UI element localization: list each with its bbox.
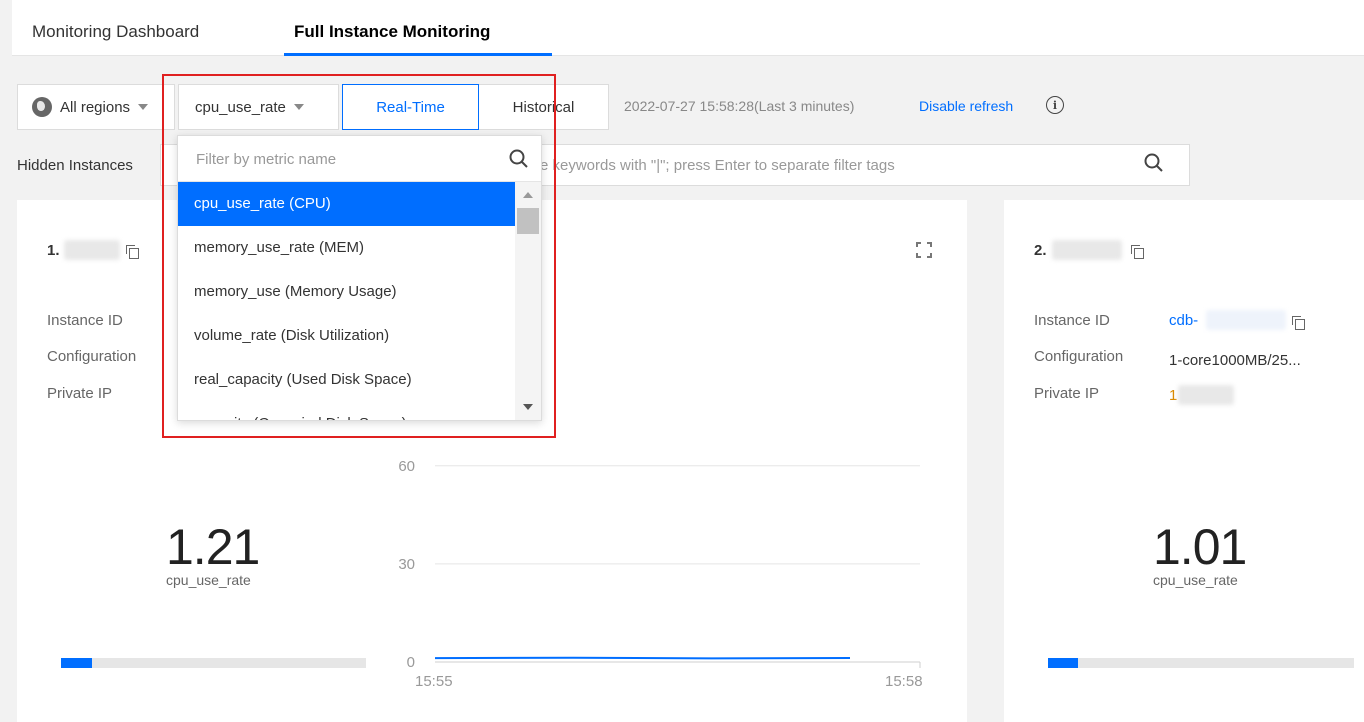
usage-progress-fill [61,658,92,668]
y-tick-label: 30 [398,556,415,573]
x-tick-label: 15:58 [885,673,923,690]
instance-id-link[interactable]: cdb- [1169,312,1198,329]
metric-value: 1.01 [1153,519,1247,575]
disable-refresh-link[interactable]: Disable refresh [919,98,1013,114]
y-tick-label: 60 [398,458,415,475]
scroll-up-icon[interactable] [523,192,533,198]
fullscreen-icon[interactable] [916,242,932,258]
configuration-label: Configuration [1034,348,1124,365]
metric-name: cpu_use_rate [166,572,251,588]
search-icon[interactable] [508,148,530,170]
chevron-down-icon [293,104,304,110]
metric-select-label: cpu_use_rate [195,98,286,116]
copy-icon[interactable] [1292,316,1305,330]
scrollbar-thumb[interactable] [517,208,539,234]
metric-option[interactable]: real_capacity (Used Disk Space) [178,358,515,402]
private-ip-value: 1 [1169,387,1178,404]
time-range-text: 2022-07-27 15:58:28(Last 3 minutes) [624,98,855,114]
copy-icon[interactable] [126,245,139,259]
info-icon[interactable]: i [1046,96,1064,114]
copy-icon[interactable] [1131,245,1144,259]
usage-progress-fill [1048,658,1078,668]
configuration-label: Configuration [47,348,137,365]
historical-button[interactable]: Historical [479,84,609,130]
globe-icon [32,97,52,117]
metric-name: cpu_use_rate [1153,572,1238,588]
x-tick-label: 15:55 [415,673,453,690]
y-tick-label: 0 [407,654,415,671]
region-select-label: All regions [60,98,131,116]
metric-filter-placeholder: Filter by metric name [196,151,337,168]
chevron-down-icon [138,104,149,110]
search-icon[interactable] [1143,152,1165,174]
scrollbar[interactable] [515,182,541,420]
scroll-down-icon[interactable] [523,404,533,410]
metric-option[interactable]: volume_rate (Disk Utilization) [178,314,515,358]
instance-card-2 [1004,200,1364,722]
instance-card-2-index: 2. [1034,242,1047,259]
metric-option[interactable]: memory_use_rate (MEM) [178,226,515,270]
instance-card-1-index: 1. [47,242,60,259]
instance-id-label: Instance ID [47,312,123,329]
configuration-value: 1-core1000MB/25... [1169,352,1301,369]
tab-full-instance-monitoring[interactable]: Full Instance Monitoring [294,22,490,42]
filter-input-placeholder: e keywords with "|"; press Enter to sepa… [540,157,895,174]
usage-progress-bar [1048,658,1354,668]
metric-dropdown: Filter by metric name cpu_use_rate (CPU)… [177,135,542,421]
series-line [434,656,851,660]
realtime-button[interactable]: Real-Time [342,84,479,130]
metric-value: 1.21 [166,519,260,575]
redacted-instance-name [64,240,120,260]
metric-select[interactable]: cpu_use_rate [178,84,339,130]
metric-option[interactable]: cpu_use_rate (CPU) [178,182,515,226]
metric-option[interactable]: memory_use (Memory Usage) [178,270,515,314]
private-ip-label: Private IP [47,385,113,402]
usage-progress-bar [61,658,366,668]
metric-option[interactable]: capacity (Occupied Disk Space) [178,402,515,420]
hidden-instances-toggle[interactable]: Hidden Instances [17,157,133,174]
metric-option-list: cpu_use_rate (CPU) memory_use_rate (MEM)… [178,182,515,420]
private-ip-label: Private IP [1034,385,1100,402]
region-select[interactable]: All regions [17,84,175,130]
redacted-private-ip [1178,385,1234,405]
metric-filter-input[interactable]: Filter by metric name [178,136,541,182]
instance-id-label: Instance ID [1034,312,1110,329]
tab-bar: Monitoring Dashboard Full Instance Monit… [12,0,1364,56]
tab-monitoring-dashboard[interactable]: Monitoring Dashboard [32,22,199,42]
redacted-instance-name [1052,240,1122,260]
redacted-instance-id [1206,310,1286,330]
